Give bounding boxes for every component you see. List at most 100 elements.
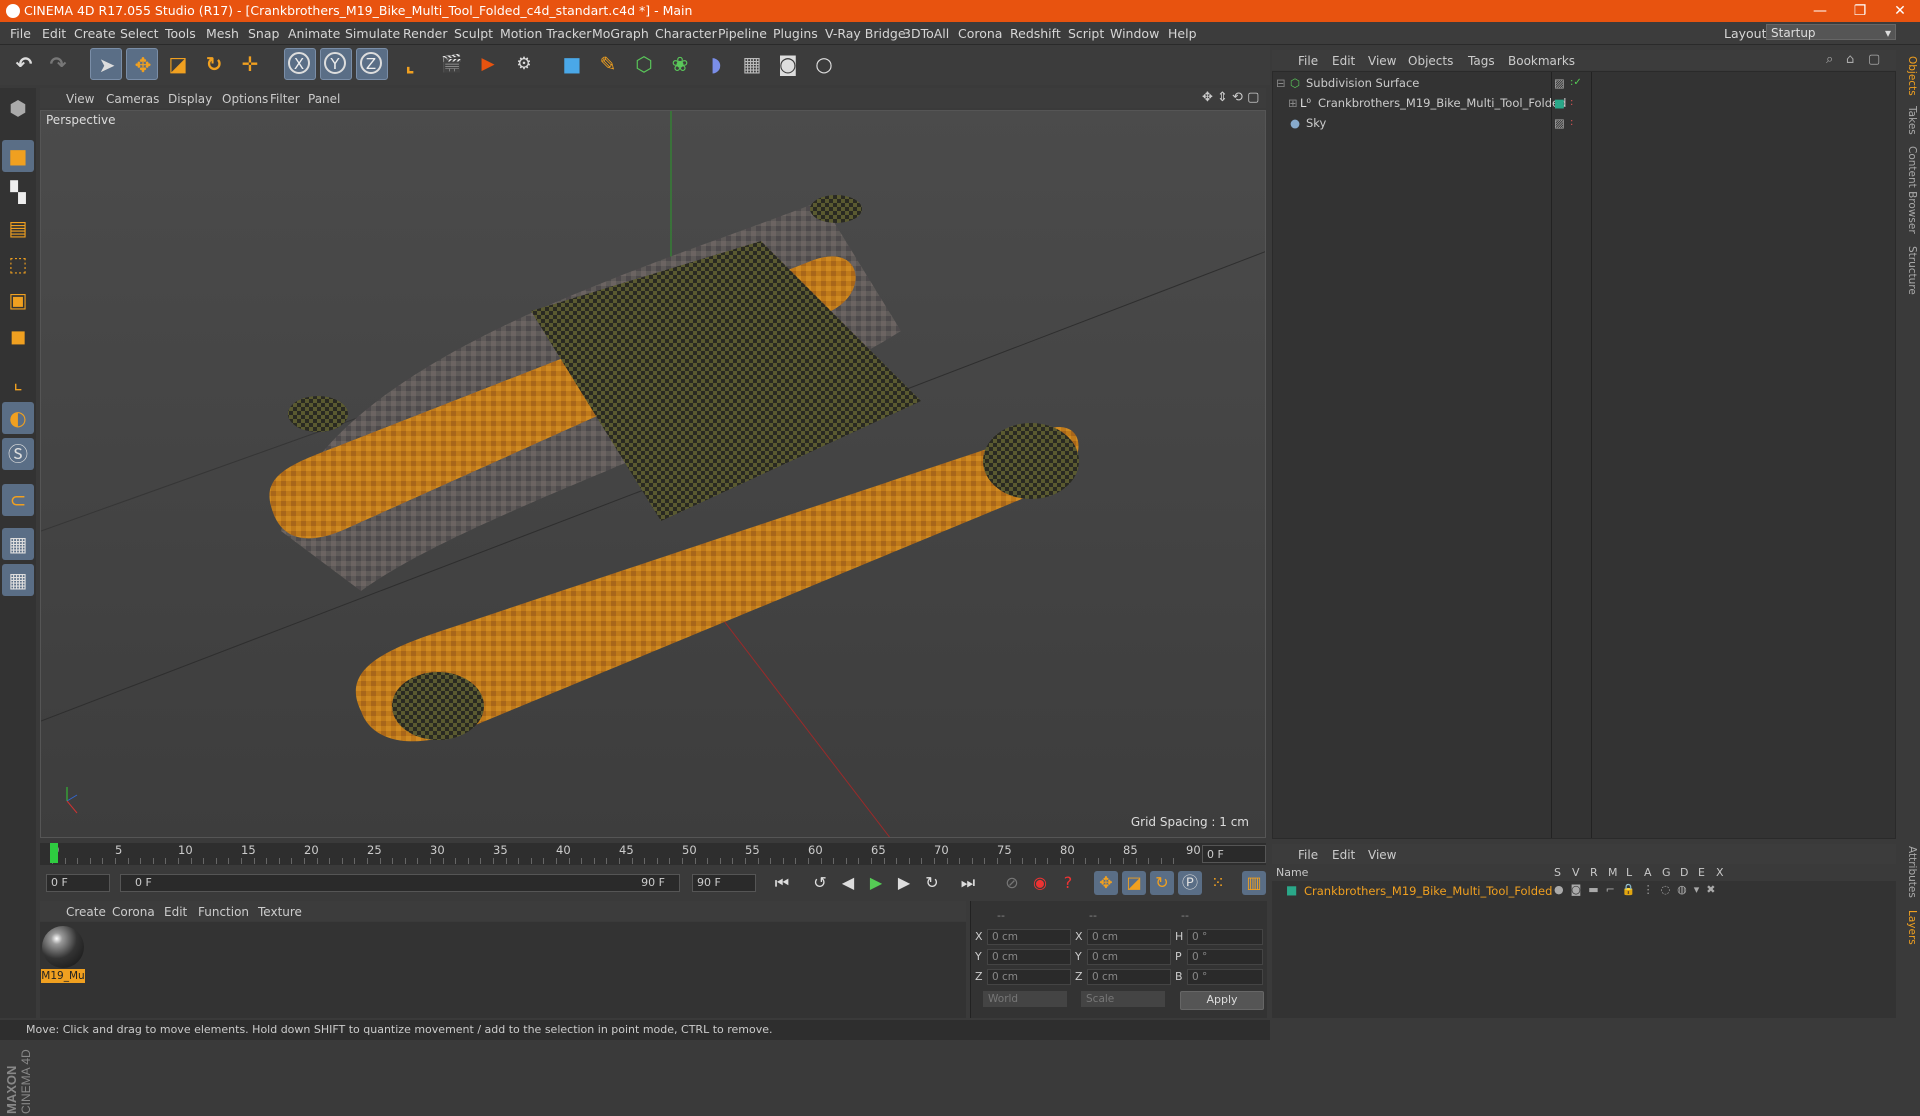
edges-mode-button[interactable]: ▣ bbox=[2, 284, 34, 316]
close-button[interactable]: ✕ bbox=[1880, 2, 1920, 20]
layout-dropdown[interactable]: Startup ▾ bbox=[1766, 24, 1896, 40]
obj-menu-edit[interactable]: Edit bbox=[1332, 54, 1355, 68]
points-mode-button[interactable]: ⬚ bbox=[2, 248, 34, 280]
tweak-mode-button[interactable]: ◐ bbox=[2, 402, 34, 434]
play-button[interactable]: ▶ bbox=[864, 871, 888, 895]
coordinate-system-button[interactable]: ⌞ bbox=[394, 48, 426, 80]
z-axis-button[interactable]: Z bbox=[356, 48, 388, 80]
mat-menu-function[interactable]: Function bbox=[198, 905, 249, 919]
rotation-p-field[interactable]: 0 ° bbox=[1187, 949, 1263, 965]
mat-menu-corona[interactable]: Corona bbox=[112, 905, 155, 919]
object-row-sky[interactable]: ● Sky ▨ : bbox=[1272, 114, 1892, 132]
workplane-button[interactable]: ▤ bbox=[2, 212, 34, 244]
menu-tools[interactable]: Tools bbox=[165, 26, 196, 41]
frame-range-slider[interactable]: 0 F 90 F bbox=[120, 874, 680, 892]
obj-menu-objects[interactable]: Objects bbox=[1408, 54, 1453, 68]
end-frame-field[interactable]: 90 F bbox=[692, 874, 756, 892]
menu-motion-tracker[interactable]: Motion Tracker bbox=[500, 26, 591, 41]
scale-mode-dropdown[interactable]: Scale bbox=[1081, 991, 1165, 1007]
redo-button[interactable]: ↷ bbox=[42, 48, 74, 80]
floor-button[interactable]: ▦ bbox=[736, 48, 768, 80]
axis-mode-button[interactable]: ⌞ bbox=[2, 366, 34, 398]
live-selection-button[interactable]: ➤ bbox=[90, 48, 122, 80]
rotation-b-field[interactable]: 0 ° bbox=[1187, 969, 1263, 985]
collapse-icon[interactable]: ⊟ bbox=[1276, 74, 1286, 92]
layer-menu-view[interactable]: View bbox=[1368, 848, 1396, 862]
size-z-field[interactable]: 0 cm bbox=[1087, 969, 1171, 985]
key-parameter-button[interactable]: Ⓟ bbox=[1178, 871, 1202, 895]
next-frame-button[interactable]: ▶ bbox=[892, 871, 916, 895]
menu-mesh[interactable]: Mesh bbox=[206, 26, 239, 41]
menu-script[interactable]: Script bbox=[1068, 26, 1104, 41]
goto-start-button[interactable]: ⏮ bbox=[770, 871, 794, 895]
vp-menu-panel[interactable]: Panel bbox=[308, 92, 340, 106]
key-scale-button[interactable]: ◪ bbox=[1122, 871, 1146, 895]
menu-help[interactable]: Help bbox=[1168, 26, 1197, 41]
current-frame-field[interactable]: 0 F bbox=[1202, 845, 1266, 863]
layer-menu-edit[interactable]: Edit bbox=[1332, 848, 1355, 862]
snapping-button[interactable]: Ⓢ bbox=[2, 438, 34, 470]
obj-menu-bookmarks[interactable]: Bookmarks bbox=[1508, 54, 1575, 68]
menu-edit[interactable]: Edit bbox=[42, 26, 66, 41]
undo-button[interactable]: ↶ bbox=[8, 48, 40, 80]
texture-mode-button[interactable]: ▚ bbox=[2, 176, 34, 208]
transform-tool-button[interactable]: ✛ bbox=[234, 48, 266, 80]
tab-layers[interactable]: Layers bbox=[1900, 910, 1918, 945]
object-row-subdivision[interactable]: ⊟ ⬡ Subdivision Surface ▨ :✓ bbox=[1272, 74, 1892, 92]
vp-menu-display[interactable]: Display bbox=[168, 92, 212, 106]
layer-name[interactable]: Crankbrothers_M19_Bike_Multi_Tool_Folded bbox=[1304, 884, 1552, 898]
layer-menu-file[interactable]: File bbox=[1298, 848, 1318, 862]
menu-snap[interactable]: Snap bbox=[248, 26, 279, 41]
apply-button[interactable]: Apply bbox=[1180, 991, 1264, 1010]
rotation-h-field[interactable]: 0 ° bbox=[1187, 929, 1263, 945]
perspective-viewport[interactable]: Perspective Grid Spacing : 1 cm bbox=[40, 110, 1266, 838]
render-settings-button[interactable]: ⚙ bbox=[508, 48, 540, 80]
layer-row[interactable]: ■ Crankbrothers_M19_Bike_Multi_Tool_Fold… bbox=[1272, 882, 1896, 900]
key-rotation-button[interactable]: ↻ bbox=[1150, 871, 1174, 895]
restore-button[interactable]: ❐ bbox=[1840, 2, 1880, 20]
y-axis-button[interactable]: Y bbox=[320, 48, 352, 80]
menu-sculpt[interactable]: Sculpt bbox=[454, 26, 493, 41]
timeline-ruler[interactable]: 051015202530354045505560657075808590 bbox=[40, 843, 1266, 865]
make-editable-button[interactable]: ⬢ bbox=[2, 92, 34, 124]
viewport-nav-icon[interactable]: ✥ ⇕ ⟲ ▢ bbox=[1202, 90, 1259, 105]
scale-tool-button[interactable]: ◪ bbox=[162, 48, 194, 80]
mat-menu-create[interactable]: Create bbox=[66, 905, 106, 919]
menu-pipeline[interactable]: Pipeline bbox=[718, 26, 767, 41]
vp-menu-options[interactable]: Options bbox=[222, 92, 268, 106]
tab-takes[interactable]: Takes bbox=[1900, 106, 1918, 135]
key-position-button[interactable]: ✥ bbox=[1094, 871, 1118, 895]
visibility-dots-icon[interactable]: : bbox=[1570, 114, 1573, 132]
layer-tag-icon[interactable]: ▨ bbox=[1554, 114, 1565, 132]
menu-window[interactable]: Window bbox=[1110, 26, 1159, 41]
obj-menu-tags[interactable]: Tags bbox=[1468, 54, 1495, 68]
next-key-button[interactable]: ↻ bbox=[920, 871, 944, 895]
tab-content-browser[interactable]: Content Browser bbox=[1900, 146, 1918, 234]
position-x-field[interactable]: 0 cm bbox=[987, 929, 1071, 945]
playhead[interactable] bbox=[50, 843, 58, 863]
light-button[interactable]: ○ bbox=[808, 48, 840, 80]
position-y-field[interactable]: 0 cm bbox=[987, 949, 1071, 965]
lock-workplane-button[interactable]: ▦ bbox=[2, 528, 34, 560]
mat-menu-texture[interactable]: Texture bbox=[258, 905, 302, 919]
spline-pen-button[interactable]: ✎ bbox=[592, 48, 624, 80]
layer-toggle-icons[interactable]: ●◙▬⌐🔒⋮◌◍▾✖ bbox=[1554, 883, 1723, 896]
menu-plugins[interactable]: Plugins bbox=[773, 26, 818, 41]
coordinate-mode-dropdown[interactable]: World bbox=[983, 991, 1067, 1007]
polygons-mode-button[interactable]: ◼ bbox=[2, 320, 34, 352]
keyframe-selection-button[interactable]: ? bbox=[1056, 871, 1080, 895]
menu-3dtoall[interactable]: 3DToAll bbox=[903, 26, 949, 41]
layer-color-icon[interactable]: ■ bbox=[1286, 883, 1297, 897]
visibility-dots-icon[interactable]: :✓ bbox=[1570, 74, 1582, 92]
obj-menu-view[interactable]: View bbox=[1368, 54, 1396, 68]
menu-file[interactable]: File bbox=[10, 26, 31, 41]
material-preview-swatch[interactable] bbox=[42, 926, 84, 968]
menu-simulate[interactable]: Simulate bbox=[345, 26, 400, 41]
mat-menu-edit[interactable]: Edit bbox=[164, 905, 187, 919]
menu-vray-bridge[interactable]: V-Ray Bridge bbox=[825, 26, 906, 41]
cloner-button[interactable]: ❀ bbox=[664, 48, 696, 80]
obj-menu-file[interactable]: File bbox=[1298, 54, 1318, 68]
prev-key-button[interactable]: ↺ bbox=[808, 871, 832, 895]
home-icon[interactable]: ⌂ bbox=[1846, 52, 1854, 67]
menu-render[interactable]: Render bbox=[403, 26, 448, 41]
